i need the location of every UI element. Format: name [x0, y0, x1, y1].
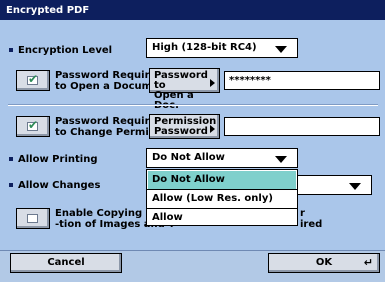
- allow-printing-value: Do Not Allow: [152, 152, 225, 163]
- window-title: Encrypted PDF: [0, 0, 385, 20]
- dropdown-arrow-icon: [349, 183, 361, 190]
- arrow-right-icon: [210, 125, 215, 133]
- enter-icon: ↵: [363, 256, 373, 269]
- dropdown-option[interactable]: Do Not Allow: [148, 171, 296, 189]
- allow-changes-select[interactable]: [290, 175, 372, 195]
- bullet-icon: [9, 157, 13, 161]
- cancel-button-label: Cancel: [47, 257, 85, 268]
- checkbox-box: [27, 214, 38, 223]
- allow-printing-dropdown: Do Not Allow Allow (Low Res. only) Allow: [146, 169, 298, 226]
- password-to-open-button[interactable]: Password to Open a Doc.: [149, 68, 220, 111]
- bullet-icon: [9, 48, 13, 52]
- enable-copying-label-partial-1: r: [300, 208, 305, 219]
- enable-copying-label-partial-2: ired: [300, 219, 323, 230]
- ok-button[interactable]: OK ↵: [268, 253, 380, 273]
- bullet-icon: [9, 183, 13, 187]
- allow-printing-label: Allow Printing: [18, 154, 98, 165]
- open-password-checkbox[interactable]: ✔: [16, 70, 50, 91]
- dropdown-arrow-icon: [275, 46, 287, 53]
- dropdown-arrow-icon: [275, 156, 287, 163]
- enable-copying-checkbox[interactable]: [16, 208, 50, 229]
- permission-password-button[interactable]: Permission Password: [149, 114, 220, 139]
- checkmark-icon: ✔: [28, 72, 39, 86]
- allow-changes-label: Allow Changes: [18, 180, 101, 191]
- dropdown-option[interactable]: Allow (Low Res. only): [148, 190, 296, 208]
- cancel-button[interactable]: Cancel: [10, 253, 122, 273]
- permission-password-label-1: Password Required: [55, 116, 164, 127]
- ok-button-label: OK: [315, 257, 333, 268]
- footer-bar: Cancel OK ↵: [0, 250, 385, 282]
- dropdown-option[interactable]: Allow: [148, 209, 296, 227]
- permission-password-checkbox[interactable]: ✔: [16, 116, 50, 137]
- encrypted-pdf-screen: Encrypted PDF Encryption Level High (128…: [0, 0, 385, 282]
- arrow-right-icon: [210, 79, 215, 87]
- open-password-label-1: Password Required: [55, 70, 164, 81]
- open-password-field[interactable]: ********: [224, 71, 380, 90]
- password-to-open-label-2: Open a Doc.: [154, 90, 194, 111]
- allow-printing-select[interactable]: Do Not Allow: [146, 148, 298, 168]
- permission-password-field[interactable]: [224, 117, 380, 136]
- encryption-level-label: Encryption Level: [18, 45, 113, 56]
- divider: [8, 104, 378, 106]
- encryption-level-value: High (128-bit RC4): [152, 42, 257, 53]
- encryption-level-select[interactable]: High (128-bit RC4): [146, 38, 298, 58]
- checkmark-icon: ✔: [28, 118, 39, 132]
